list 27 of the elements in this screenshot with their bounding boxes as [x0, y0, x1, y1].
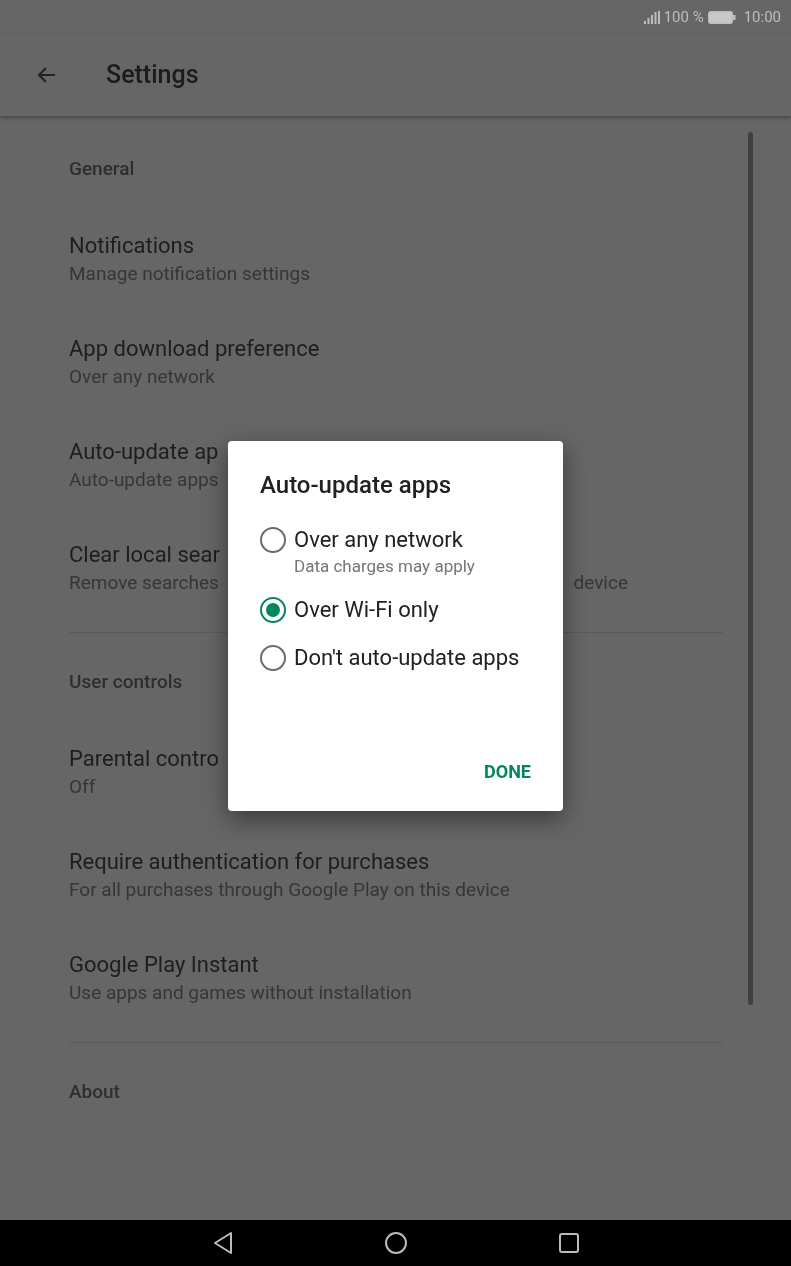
- section-header: About: [69, 1079, 120, 1106]
- recents-icon[interactable]: [557, 1232, 580, 1254]
- setting-title[interactable]: Auto-update ap: [69, 436, 219, 467]
- radio-button[interactable]: [260, 645, 286, 671]
- setting-title[interactable]: Require authentication for purchases: [69, 846, 430, 877]
- setting-title[interactable]: Google Play Instant: [69, 949, 259, 980]
- toolbar-title: Settings: [106, 59, 199, 92]
- battery-percentage: 100 %: [663, 6, 704, 28]
- back-icon[interactable]: [211, 1231, 234, 1255]
- clock: 10:00: [743, 6, 781, 28]
- setting-title[interactable]: Parental contro: [69, 743, 219, 774]
- radio-button[interactable]: [260, 597, 286, 623]
- option-label[interactable]: Over any network: [294, 525, 475, 555]
- signal-icon: [643, 10, 660, 24]
- home-icon[interactable]: [383, 1231, 408, 1255]
- battery-icon: [707, 10, 736, 24]
- setting-title[interactable]: Notifications: [69, 230, 195, 261]
- option-hint: Data charges may apply: [294, 555, 475, 577]
- setting-title[interactable]: App download preference: [69, 333, 320, 364]
- option-label[interactable]: Over Wi-Fi only: [294, 595, 439, 625]
- dialog-title: Auto-update apps: [260, 470, 451, 501]
- section-header: User controls: [69, 669, 183, 696]
- setting-title[interactable]: Clear local sear: [69, 539, 220, 570]
- option-label[interactable]: Don't auto-update apps: [294, 643, 520, 673]
- section-header: General: [69, 156, 135, 183]
- radio-button[interactable]: [260, 527, 286, 553]
- done-button[interactable]: DONE: [484, 758, 531, 785]
